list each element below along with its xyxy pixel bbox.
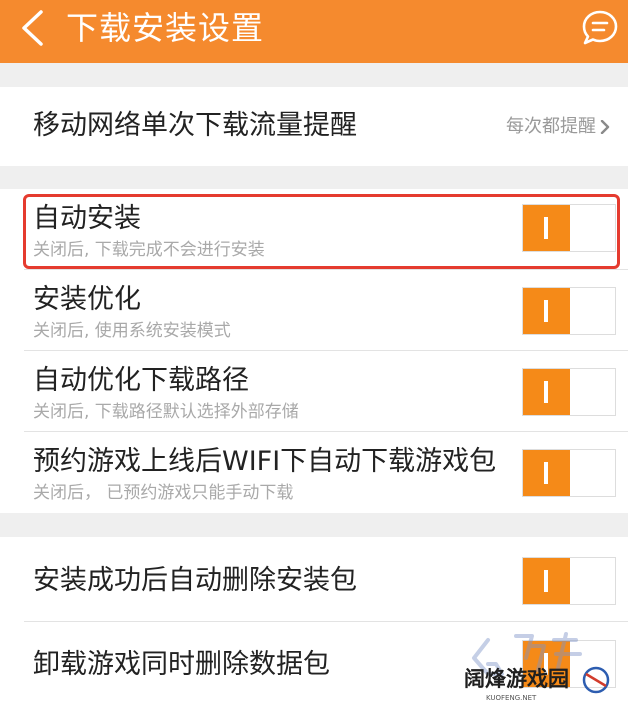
setting-subtitle: 关闭后, 下载路径默认选择外部存储 [33, 402, 299, 422]
chevron-left-icon [22, 10, 43, 46]
data-reminder-group: 移动网络单次下载流量提醒 每次都提醒 [0, 87, 628, 166]
toggle-knob [523, 205, 570, 251]
toggle-on-mark [544, 381, 548, 403]
message-icon [582, 10, 618, 45]
toggle-on-mark [544, 300, 548, 322]
toggle-knob [523, 369, 570, 415]
cleanup-settings-group: 安装成功后自动删除安装包 卸载游戏同时删除数据包 [0, 537, 628, 705]
setting-title: 安装成功后自动删除安装包 [33, 565, 357, 596]
toggle-on-mark [544, 570, 548, 592]
toggle-knob [523, 558, 570, 604]
setting-row-install-optimize[interactable]: 安装优化 关闭后, 使用系统安装模式 [0, 270, 628, 351]
page-title: 下载安装设置 [66, 9, 265, 47]
setting-title: 预约游戏上线后WIFI下自动下载游戏包 [33, 446, 497, 477]
setting-row-auto-install[interactable]: 自动安装 关闭后, 下载完成不会进行安装 [0, 189, 628, 270]
install-optimize-toggle[interactable] [522, 287, 616, 335]
setting-row-download-path[interactable]: 自动优化下载路径 关闭后, 下载路径默认选择外部存储 [0, 351, 628, 432]
download-path-toggle[interactable] [522, 368, 616, 416]
delete-data-toggle[interactable] [522, 640, 616, 688]
setting-subtitle: 关闭后, 下载完成不会进行安装 [33, 240, 265, 260]
wifi-preorder-toggle[interactable] [522, 449, 616, 497]
toggle-on-mark [544, 462, 548, 484]
settings-screen: 下载安装设置 移动网络单次下载流量提醒 每次都提醒 自动安装 关闭后, 下载完成… [0, 0, 628, 705]
setting-row-delete-data[interactable]: 卸载游戏同时删除数据包 [0, 622, 628, 705]
setting-title: 安装优化 [33, 284, 141, 315]
top-app-bar: 下载安装设置 [0, 0, 628, 63]
data-reminder-title: 移动网络单次下载流量提醒 [33, 110, 357, 141]
back-button[interactable] [10, 6, 54, 50]
data-reminder-value: 每次都提醒 [506, 116, 596, 137]
toggle-on-mark [544, 653, 548, 675]
setting-title: 卸载游戏同时删除数据包 [33, 649, 330, 680]
setting-title: 自动优化下载路径 [33, 365, 249, 396]
setting-subtitle: 关闭后, 使用系统安装模式 [33, 321, 231, 341]
toggle-knob [523, 641, 570, 687]
message-button[interactable] [578, 6, 622, 50]
toggle-knob [523, 288, 570, 334]
delete-package-toggle[interactable] [522, 557, 616, 605]
setting-title: 自动安装 [33, 203, 141, 234]
setting-row-wifi-preorder-download[interactable]: 预约游戏上线后WIFI下自动下载游戏包 关闭后， 已预约游戏只能手动下载 [0, 432, 628, 513]
data-reminder-row[interactable]: 移动网络单次下载流量提醒 每次都提醒 [0, 87, 628, 166]
toggle-knob [523, 450, 570, 496]
setting-row-delete-package[interactable]: 安装成功后自动删除安装包 [0, 537, 628, 622]
toggle-on-mark [544, 217, 548, 239]
setting-subtitle: 关闭后， 已预约游戏只能手动下载 [33, 483, 294, 503]
auto-install-toggle[interactable] [522, 204, 616, 252]
install-settings-group: 自动安装 关闭后, 下载完成不会进行安装 安装优化 关闭后, 使用系统安装模式 … [0, 189, 628, 513]
chevron-right-icon [600, 120, 610, 134]
